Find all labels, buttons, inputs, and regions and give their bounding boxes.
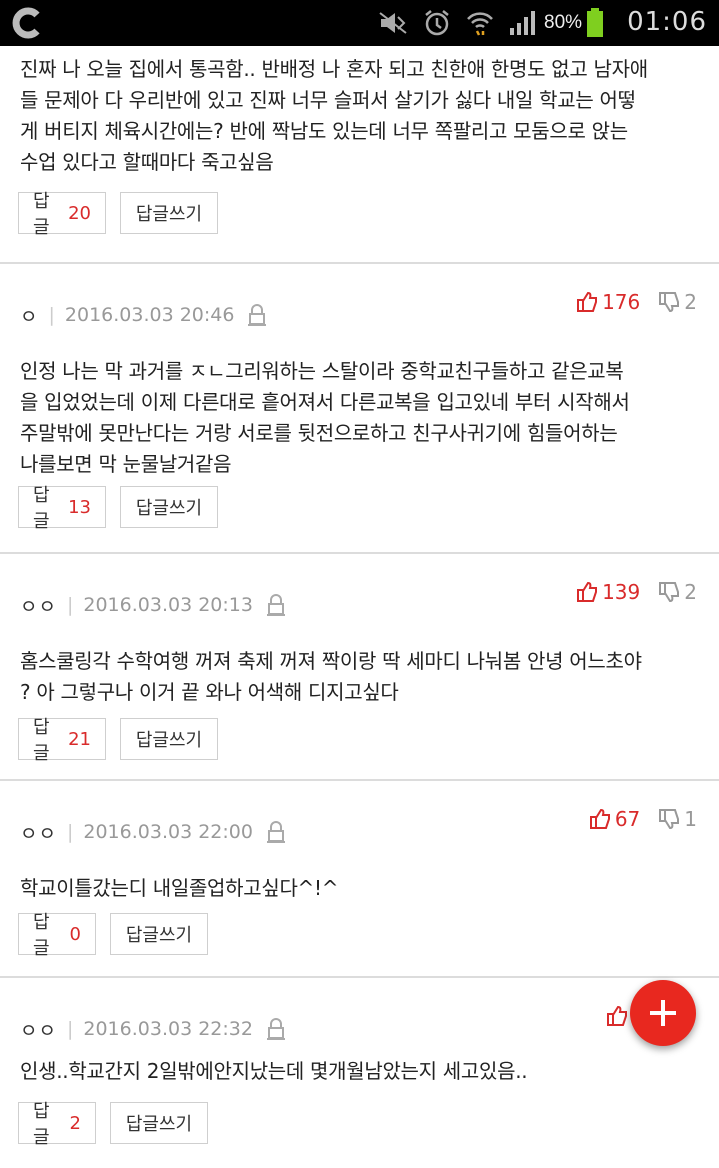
thumbs-down-icon bbox=[659, 292, 680, 313]
signal-icon bbox=[510, 11, 535, 35]
nickname: ㅇ bbox=[20, 305, 39, 328]
reply-list-button[interactable]: 답글 13 bbox=[18, 485, 106, 532]
clock: 01:06 bbox=[627, 7, 707, 37]
c-icon bbox=[12, 7, 40, 39]
upvote-button[interactable]: 67 bbox=[589, 807, 640, 831]
lock-icon bbox=[248, 304, 267, 326]
thumbs-down-icon bbox=[659, 809, 680, 830]
timestamp: 2016.03.03 20:13 bbox=[83, 594, 253, 616]
battery-icon bbox=[587, 8, 604, 37]
write-reply-button[interactable]: 답글쓰기 bbox=[120, 718, 218, 760]
thumbs-down-icon bbox=[659, 582, 680, 603]
comment-list: 진짜 나 오늘 집에서 통곡함.. 반배정 나 혼자 되고 친한애 한명도 없고… bbox=[0, 46, 719, 1168]
lock-icon bbox=[266, 821, 285, 843]
write-reply-button[interactable]: 답글쓰기 bbox=[120, 486, 218, 528]
nickname: ㅇㅇ bbox=[20, 822, 57, 845]
lock-icon bbox=[266, 594, 285, 616]
comment-text: 학교이틀갔는디 내일졸업하고싶다^!^ bbox=[20, 876, 339, 900]
reply-list-button[interactable]: 답글 0 bbox=[18, 912, 96, 959]
vote-box: 139 2 bbox=[576, 580, 697, 604]
downvote-button[interactable]: 2 bbox=[658, 290, 697, 314]
timestamp: 2016.03.03 22:32 bbox=[83, 1018, 253, 1040]
nickname: ㅇㅇ bbox=[20, 595, 57, 618]
lock-icon bbox=[266, 1018, 285, 1040]
wifi-icon bbox=[467, 12, 493, 36]
comment-meta: ㅇㅇ | 2016.03.03 22:32 bbox=[20, 1016, 285, 1042]
thumbs-up-icon bbox=[589, 808, 610, 829]
reply-list-button[interactable]: 답글 21 bbox=[18, 717, 106, 764]
comment-item: ㅇ | 2016.03.03 20:46 176 2 인정 나는 막 과거를 ㅈ… bbox=[0, 264, 719, 554]
thumbs-up-icon bbox=[577, 581, 598, 602]
timestamp: 2016.03.03 22:00 bbox=[83, 821, 253, 843]
comment-meta: ㅇㅇ | 2016.03.03 22:00 bbox=[20, 819, 285, 845]
comment-item: ㅇㅇ | 2016.03.03 20:13 139 2 홈스쿨링각 수학여행 꺼… bbox=[0, 554, 719, 781]
mute-icon bbox=[379, 12, 407, 34]
comment-item: ㅇㅇ | 2016.03.03 22:00 67 1 학교이틀갔는디 내일졸업하… bbox=[0, 781, 719, 978]
timestamp: 2016.03.03 20:46 bbox=[64, 304, 235, 326]
comment-text: 인정 나는 막 과거를 ㅈㄴ그리워하는 스탈이라 중학교친구들하고 같은교복 을… bbox=[20, 359, 630, 476]
thumbs-up-icon bbox=[577, 291, 598, 312]
reply-list-button[interactable]: 답글 2 bbox=[18, 1101, 96, 1148]
status-bar: 80% 01:06 bbox=[0, 0, 719, 46]
nickname: ㅇㅇ bbox=[20, 1019, 57, 1042]
vote-box: 67 1 bbox=[589, 807, 697, 831]
comment-text: 진짜 나 오늘 집에서 통곡함.. 반배정 나 혼자 되고 친한애 한명도 없고… bbox=[20, 57, 648, 174]
comment-meta: ㅇㅇ | 2016.03.03 20:13 bbox=[20, 592, 285, 618]
vote-box: 176 2 bbox=[576, 290, 697, 314]
write-reply-button[interactable]: 답글쓰기 bbox=[120, 192, 218, 234]
reply-list-button[interactable]: 답글 20 bbox=[18, 191, 106, 238]
add-comment-fab[interactable] bbox=[630, 980, 696, 1046]
comment-text: 인생..학교간지 2일밖에안지났는데 몇개월남았는지 세고있음.. bbox=[20, 1059, 528, 1083]
downvote-button[interactable]: 1 bbox=[658, 807, 697, 831]
plus-icon bbox=[650, 1000, 676, 1026]
write-reply-button[interactable]: 답글쓰기 bbox=[110, 1102, 208, 1144]
comment-text: 홈스쿨링각 수학여행 꺼져 축제 꺼져 짝이랑 딱 세마디 나눠봄 안녕 어느초… bbox=[20, 649, 642, 704]
write-reply-button[interactable]: 답글쓰기 bbox=[110, 913, 208, 955]
downvote-button[interactable]: 2 bbox=[658, 580, 697, 604]
comment-item: ㅇㅇ | 2016.03.03 22:32 4 인생..학교간지 2일밖에안지났… bbox=[0, 978, 719, 1168]
battery-percent: 80% bbox=[544, 12, 583, 33]
thumbs-up-icon bbox=[607, 1005, 628, 1026]
alarm-icon bbox=[425, 10, 449, 36]
comment-meta: ㅇ | 2016.03.03 20:46 bbox=[20, 302, 267, 328]
upvote-button[interactable]: 139 bbox=[576, 580, 640, 604]
upvote-button[interactable]: 176 bbox=[576, 290, 640, 314]
comment-item: 진짜 나 오늘 집에서 통곡함.. 반배정 나 혼자 되고 친한애 한명도 없고… bbox=[0, 46, 719, 264]
